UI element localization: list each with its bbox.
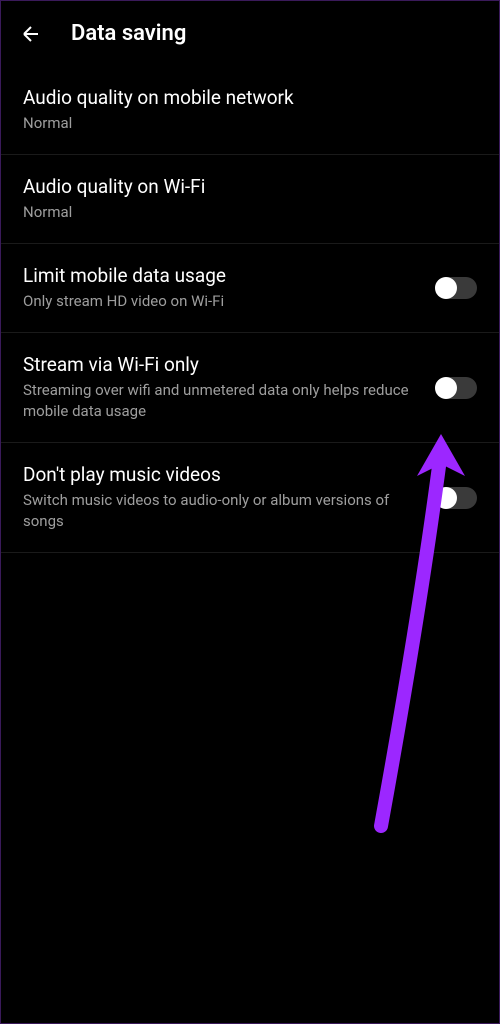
setting-stream-wifi-only[interactable]: Stream via Wi-Fi only Streaming over wif… — [1, 333, 499, 443]
setting-text: Audio quality on mobile network Normal — [23, 86, 477, 134]
setting-text: Stream via Wi-Fi only Streaming over wif… — [23, 353, 419, 422]
setting-subtitle: Normal — [23, 202, 477, 223]
toggle-knob — [435, 277, 457, 299]
page-title: Data saving — [71, 21, 186, 46]
setting-title: Don't play music videos — [23, 463, 419, 486]
setting-subtitle: Streaming over wifi and unmetered data o… — [23, 380, 419, 422]
setting-subtitle: Switch music videos to audio-only or alb… — [23, 490, 419, 532]
setting-subtitle: Only stream HD video on Wi-Fi — [23, 291, 419, 312]
setting-text: Limit mobile data usage Only stream HD v… — [23, 264, 419, 312]
setting-title: Limit mobile data usage — [23, 264, 419, 287]
toggle-knob — [435, 377, 457, 399]
setting-text: Audio quality on Wi-Fi Normal — [23, 175, 477, 223]
setting-title: Audio quality on mobile network — [23, 86, 477, 109]
setting-title: Audio quality on Wi-Fi — [23, 175, 477, 198]
setting-title: Stream via Wi-Fi only — [23, 353, 419, 376]
toggle-knob — [435, 487, 457, 509]
setting-audio-mobile[interactable]: Audio quality on mobile network Normal — [1, 66, 499, 155]
header: Data saving — [1, 1, 499, 66]
setting-audio-wifi[interactable]: Audio quality on Wi-Fi Normal — [1, 155, 499, 244]
toggle-stream-wifi-only[interactable] — [435, 377, 477, 399]
setting-limit-mobile-data[interactable]: Limit mobile data usage Only stream HD v… — [1, 244, 499, 333]
setting-subtitle: Normal — [23, 113, 477, 134]
toggle-dont-play-videos[interactable] — [435, 487, 477, 509]
back-arrow-icon[interactable] — [19, 22, 43, 46]
setting-dont-play-videos[interactable]: Don't play music videos Switch music vid… — [1, 443, 499, 553]
toggle-limit-mobile-data[interactable] — [435, 277, 477, 299]
settings-list: Audio quality on mobile network Normal A… — [1, 66, 499, 553]
setting-text: Don't play music videos Switch music vid… — [23, 463, 419, 532]
